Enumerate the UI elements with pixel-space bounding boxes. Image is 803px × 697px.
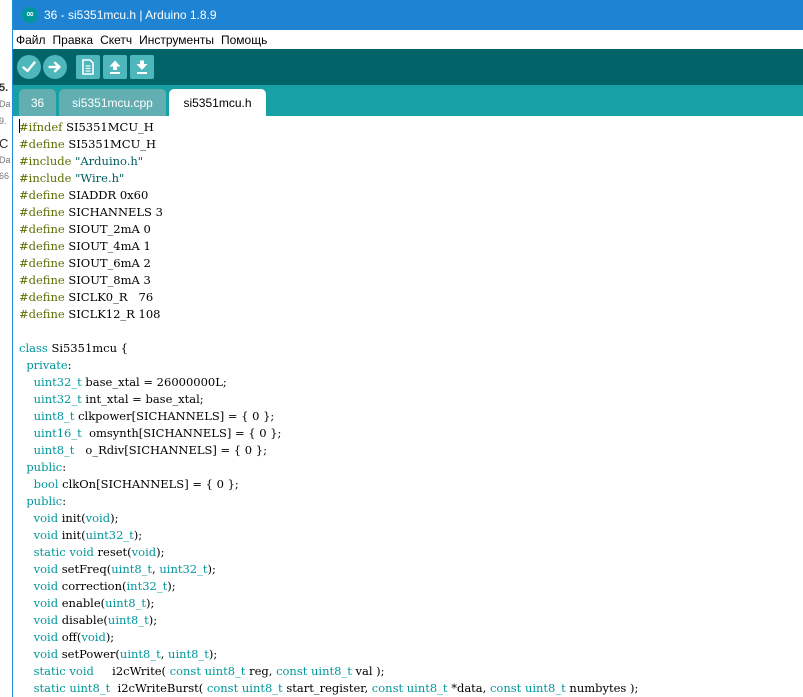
code-line: public: [26, 494, 67, 508]
menu-help[interactable]: Помощь [218, 33, 270, 47]
menu-bar: Файл Правка Скетч Инструменты Помощь [13, 30, 803, 49]
verify-button[interactable] [17, 55, 41, 79]
code-line: #define SIOUT_2mA 0 [19, 222, 151, 236]
open-button[interactable] [103, 55, 127, 79]
open-icon [109, 60, 121, 74]
screen: 5. Da 9. C Da 66 ∞ 36 - si5351mcu.h | Ar… [0, 0, 803, 697]
tab-si5351mcu-h[interactable]: si5351mcu.h [169, 89, 266, 116]
code-line: static void i2cWrite( const uint8_t reg,… [33, 664, 385, 678]
title-bar[interactable]: ∞ 36 - si5351mcu.h | Arduino 1.8.9 [13, 0, 803, 30]
code-line: #define SICLK0_R 76 [19, 290, 154, 304]
background-text: 5. [0, 82, 9, 94]
code-line: uint32_t int_xtal = base_xtal; [33, 392, 204, 406]
code-line: #define SIOUT_6mA 2 [19, 256, 151, 270]
menu-tools[interactable]: Инструменты [136, 33, 217, 47]
code-line: uint32_t base_xtal = 26000000L; [33, 375, 227, 389]
code-line: void setPower(uint8_t, uint8_t); [33, 647, 218, 661]
code-line: void enable(uint8_t); [33, 596, 155, 610]
code-line: public: [26, 460, 67, 474]
toolbar [13, 49, 803, 85]
code-line: void setFreq(uint8_t, uint32_t); [33, 562, 216, 576]
code-line: #define SIOUT_4mA 1 [19, 239, 151, 253]
menu-file[interactable]: Файл [13, 33, 49, 47]
background-text: 9. [0, 116, 7, 126]
background-text: 66 [0, 171, 10, 181]
code-line: static uint8_t i2cWriteBurst( const uint… [33, 681, 639, 695]
code-line: void init(uint32_t); [33, 528, 143, 542]
save-icon [136, 60, 148, 74]
code-line: #include "Arduino.h" [19, 154, 144, 168]
code-line: #define SIOUT_8mA 3 [19, 273, 151, 287]
background-window-fragment: 5. Da 9. C Da 66 [0, 0, 12, 697]
code-line: uint16_t omsynth[SICHANNELS] = { 0 }; [33, 426, 282, 440]
window-title: 36 - si5351mcu.h | Arduino 1.8.9 [44, 8, 217, 22]
code-line: #define SI5351MCU_H [19, 137, 157, 151]
code-line: #include "Wire.h" [19, 171, 125, 185]
background-text: C [0, 136, 9, 151]
arduino-ide-window: ∞ 36 - si5351mcu.h | Arduino 1.8.9 Файл … [12, 0, 803, 697]
code-line: uint8_t o_Rdiv[SICHANNELS] = { 0 }; [33, 443, 267, 457]
code-line: bool clkOn[SICHANNELS] = { 0 }; [33, 477, 239, 491]
code-editor[interactable]: #ifndef SI5351MCU_H #define SI5351MCU_H #i… [13, 116, 803, 697]
upload-button[interactable] [43, 55, 67, 79]
code-line: void off(void); [33, 630, 115, 644]
code-line: #define SICLK12_R 108 [19, 307, 161, 321]
code-line: uint8_t clkpower[SICHANNELS] = { 0 }; [33, 409, 275, 423]
menu-edit[interactable]: Правка [50, 33, 97, 47]
code-line: #define SIADDR 0x60 [19, 188, 149, 202]
background-text: Da [0, 99, 11, 109]
menu-sketch[interactable]: Скетч [97, 33, 135, 47]
code-line: #define SICHANNELS 3 [19, 205, 163, 219]
tab-36[interactable]: 36 [19, 89, 56, 116]
tab-si5351mcu-cpp[interactable]: si5351mcu.cpp [59, 89, 166, 116]
code-line: void init(void); [33, 511, 119, 525]
code-line: static void reset(void); [33, 545, 165, 559]
verify-icon [22, 61, 36, 73]
arduino-logo-icon: ∞ [22, 7, 38, 23]
code-line: private: [26, 358, 72, 372]
tab-bar: 36 si5351mcu.cpp si5351mcu.h [13, 85, 803, 116]
upload-icon [48, 61, 61, 73]
code-line: void correction(int32_t); [33, 579, 176, 593]
new-button[interactable] [76, 55, 100, 79]
save-button[interactable] [130, 55, 154, 79]
new-icon [82, 59, 94, 75]
code-line: void disable(uint8_t); [33, 613, 158, 627]
code-line: class Si5351mcu { [19, 341, 128, 355]
background-text: Da [0, 155, 11, 165]
code-line: #ifndef SI5351MCU_H [19, 120, 154, 134]
